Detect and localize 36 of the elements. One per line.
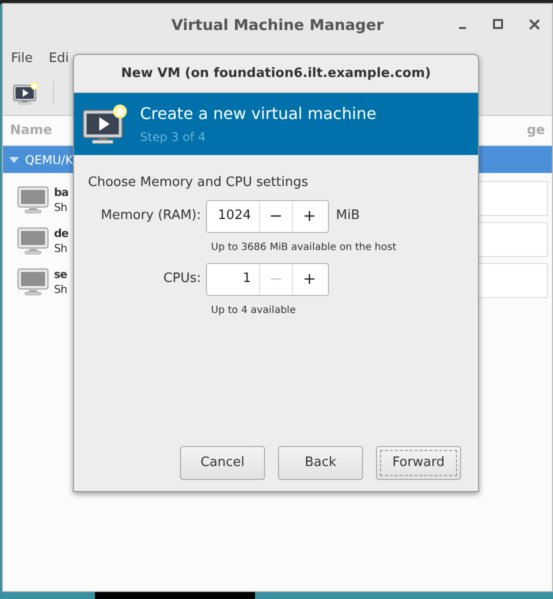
dialog-button[interactable]: Forward [376, 446, 461, 480]
field-label: CPUs: [162, 270, 202, 288]
spin-button[interactable]: 1024 − + [206, 200, 329, 232]
step-label: Step 3 of 4 [140, 129, 207, 146]
unit-label: MiB [336, 207, 360, 226]
value-field[interactable]: 1024 [207, 200, 259, 232]
monitor-icon [17, 268, 49, 296]
spin-button[interactable]: 1 − + [206, 262, 329, 296]
new-vm-icon[interactable] [13, 81, 39, 105]
menu-item[interactable]: File [11, 48, 33, 68]
hint-text: Up to 3686 MiB available on the host [211, 240, 398, 254]
monitor-icon [17, 226, 49, 254]
dialog-button[interactable]: Cancel [180, 446, 265, 480]
vm-name[interactable]: ba [54, 184, 68, 200]
dialog-button[interactable]: Back [278, 446, 363, 480]
field-label: Memory (RAM): [100, 207, 202, 226]
menu-item[interactable]: Edi [48, 48, 69, 68]
increment-button[interactable]: + [292, 264, 326, 294]
window-title: Virtual Machine Manager [171, 14, 384, 36]
monitor-icon [17, 186, 49, 214]
vm-status: Sh [54, 200, 68, 214]
increment-button[interactable]: + [292, 200, 326, 232]
group-label: QEMU/K [25, 152, 74, 168]
header-title: Create a new virtual machine [140, 103, 376, 125]
close-icon[interactable] [529, 18, 540, 30]
vm-status: Sh [54, 240, 68, 256]
decrement-button[interactable]: − [259, 200, 292, 232]
section-heading: Choose Memory and CPU settings [88, 174, 310, 192]
maximize-icon[interactable] [493, 19, 503, 29]
value-field[interactable]: 1 [207, 264, 259, 294]
hint-text: Up to 4 available [211, 304, 297, 318]
vm-name[interactable]: de [54, 226, 68, 240]
dialog-title: New VM (on foundation6.ilt.example.com) [121, 64, 431, 83]
new-vm-icon [82, 103, 128, 145]
vm-name[interactable]: se [54, 266, 68, 282]
vm-status: Sh [54, 282, 68, 296]
